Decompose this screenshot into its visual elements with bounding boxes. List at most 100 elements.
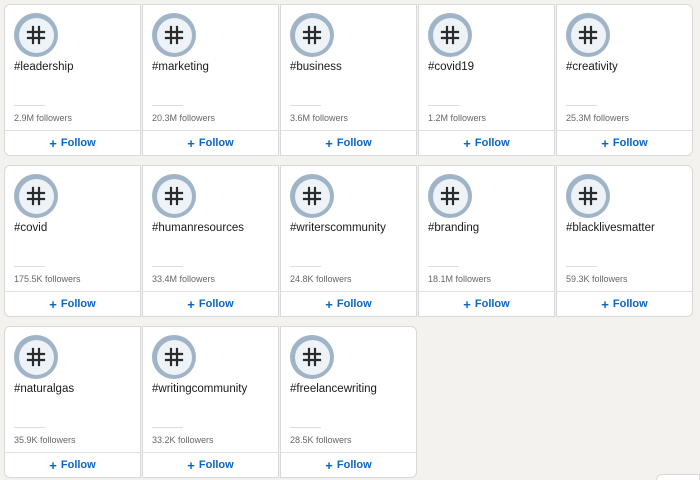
follower-count: 2.9M followers (14, 113, 73, 123)
hashtag-icon[interactable] (14, 335, 58, 379)
plus-icon: + (325, 135, 333, 151)
follow-label: Follow (612, 298, 648, 310)
hashtag-card: #marketing 20.3M followers + Follow (142, 4, 279, 156)
divider (152, 427, 183, 428)
hashtag-card: #blacklivesmatter 59.3K followers + Follo… (556, 165, 693, 317)
plus-icon: + (49, 296, 57, 312)
hashtag-icon[interactable] (290, 13, 334, 57)
follower-count: 28.5K followers (290, 435, 352, 445)
messaging-tab-edge[interactable] (656, 474, 700, 480)
hashtag-name[interactable]: #humanresources (152, 222, 244, 234)
hashtag-card: #business 3.6M followers + Follow (280, 4, 417, 156)
follow-label: Follow (198, 459, 234, 471)
follower-count: 20.3M followers (152, 113, 216, 123)
plus-icon: + (187, 135, 195, 151)
follower-count: 25.3M followers (566, 113, 630, 123)
follow-label: Follow (336, 459, 372, 471)
hashtag-card: #branding 18.1M followers + Follow (418, 165, 555, 317)
plus-icon: + (325, 457, 333, 473)
hashtag-name[interactable]: #covid19 (428, 61, 474, 73)
hashtag-icon[interactable] (428, 174, 472, 218)
follower-count: 59.3K followers (566, 274, 628, 284)
follow-label: Follow (474, 298, 510, 310)
divider (566, 105, 597, 106)
plus-icon: + (463, 135, 471, 151)
hashtag-name[interactable]: #branding (428, 222, 479, 234)
follow-button[interactable]: + Follow (419, 291, 554, 316)
plus-icon: + (325, 296, 333, 312)
divider (566, 266, 597, 267)
hashtag-icon[interactable] (290, 174, 334, 218)
follower-count: 3.6M followers (290, 113, 349, 123)
divider (152, 266, 183, 267)
follower-count: 1.2M followers (428, 113, 487, 123)
divider (428, 266, 459, 267)
plus-icon: + (463, 296, 471, 312)
follow-label: Follow (198, 298, 234, 310)
divider (14, 266, 45, 267)
follow-button[interactable]: + Follow (5, 452, 140, 477)
hashtag-name[interactable]: #blacklivesmatter (566, 222, 655, 234)
plus-icon: + (187, 296, 195, 312)
hashtag-icon[interactable] (14, 174, 58, 218)
hashtag-icon[interactable] (428, 13, 472, 57)
hashtag-name[interactable]: #writingcommunity (152, 383, 247, 395)
divider (14, 105, 45, 106)
hashtag-card: #covid 175.5K followers + Follow (4, 165, 141, 317)
hashtag-icon[interactable] (290, 335, 334, 379)
hashtag-card: #creativity 25.3M followers + Follow (556, 4, 693, 156)
plus-icon: + (187, 457, 195, 473)
follow-label: Follow (612, 137, 648, 149)
hashtag-icon[interactable] (14, 13, 58, 57)
divider (290, 266, 321, 267)
follow-label: Follow (198, 137, 234, 149)
follow-button[interactable]: + Follow (281, 452, 416, 477)
hashtag-icon[interactable] (152, 174, 196, 218)
follow-button[interactable]: + Follow (5, 291, 140, 316)
hashtag-name[interactable]: #leadership (14, 61, 73, 73)
divider (152, 105, 183, 106)
follow-button[interactable]: + Follow (281, 130, 416, 155)
hashtag-name[interactable]: #covid (14, 222, 47, 234)
follow-label: Follow (336, 137, 372, 149)
follower-count: 33.4M followers (152, 274, 216, 284)
hashtag-icon[interactable] (152, 335, 196, 379)
follow-button[interactable]: + Follow (5, 130, 140, 155)
follower-count: 175.5K followers (14, 274, 81, 284)
follow-button[interactable]: + Follow (143, 130, 278, 155)
follow-button[interactable]: + Follow (557, 291, 692, 316)
follow-button[interactable]: + Follow (143, 452, 278, 477)
follow-button[interactable]: + Follow (419, 130, 554, 155)
divider (290, 105, 321, 106)
plus-icon: + (601, 296, 609, 312)
hashtag-name[interactable]: #marketing (152, 61, 209, 73)
plus-icon: + (601, 135, 609, 151)
follow-label: Follow (336, 298, 372, 310)
hashtag-icon[interactable] (566, 174, 610, 218)
hashtag-name[interactable]: #creativity (566, 61, 618, 73)
hashtag-card: #freelancewriting 28.5K followers + Follo… (280, 326, 417, 478)
follow-label: Follow (60, 137, 96, 149)
hashtag-name[interactable]: #freelancewriting (290, 383, 377, 395)
follow-label: Follow (60, 459, 96, 471)
hashtag-icon[interactable] (152, 13, 196, 57)
hashtag-icon[interactable] (566, 13, 610, 57)
hashtag-name[interactable]: #business (290, 61, 342, 73)
hashtag-card: #covid19 1.2M followers + Follow (418, 4, 555, 156)
follower-count: 35.9K followers (14, 435, 76, 445)
hashtag-name[interactable]: #writerscommunity (290, 222, 386, 234)
plus-icon: + (49, 457, 57, 473)
follower-count: 24.8K followers (290, 274, 352, 284)
hashtag-card: #writerscommunity 24.8K followers + Follo… (280, 165, 417, 317)
hashtag-name[interactable]: #naturalgas (14, 383, 74, 395)
follow-button[interactable]: + Follow (557, 130, 692, 155)
hashtag-card: #writingcommunity 33.2K followers + Follo… (142, 326, 279, 478)
plus-icon: + (49, 135, 57, 151)
hashtag-grid: #leadership 2.9M followers + Follow #mark… (4, 4, 694, 479)
follow-button[interactable]: + Follow (143, 291, 278, 316)
follow-label: Follow (474, 137, 510, 149)
hashtag-card: #humanresources 33.4M followers + Follow (142, 165, 279, 317)
divider (428, 105, 459, 106)
hashtag-card: #naturalgas 35.9K followers + Follow (4, 326, 141, 478)
follow-button[interactable]: + Follow (281, 291, 416, 316)
